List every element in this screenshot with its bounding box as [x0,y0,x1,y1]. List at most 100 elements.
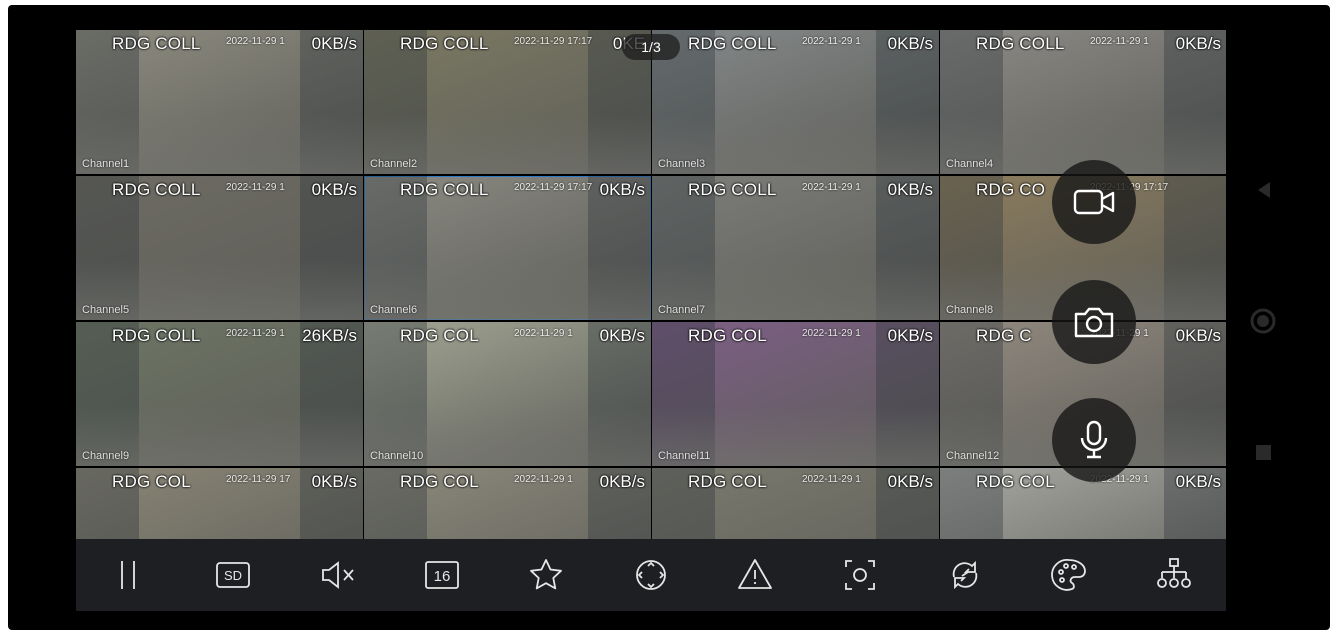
bitrate-label: 0KB/s [887,326,933,345]
bitrate-label: 0KB/s [887,180,933,199]
channel-label: Channel12 [946,450,1000,462]
camera-grid: RDG COLL 2022-11-29 1 0KB/s Channel1 RDG COL… [76,30,1226,539]
alarm-warning-button[interactable] [725,545,785,605]
camera-tile[interactable]: RDG COLL 2022-11-29 1 0KB/s Channel1 [76,30,363,174]
channel-label: Channel11 [658,450,711,462]
camera-name: RDG COL [688,472,767,491]
camera-name: RDG COL [976,472,1055,491]
camera-tile[interactable]: RDG COLL 2022-11-29 1 26KB/s Channel9 [76,322,363,466]
camera-name: RDG COL [112,472,191,491]
camera-tile[interactable]: RDG COL 2022-11-29 1 0KB/s [364,468,651,539]
speaker-muted-button[interactable] [307,545,367,605]
camera-name: RDG COLL [112,34,201,53]
channel-label: Channel10 [370,450,424,462]
bitrate-label: 0KB/s [1175,472,1221,491]
bitrate-label: 0KB/s [599,180,645,199]
sync-rotate-icon [952,560,977,590]
channel-label: Channel4 [946,158,994,170]
svg-text:16: 16 [434,568,451,585]
favorite-star-button[interactable] [516,545,576,605]
camera-name: RDG CO [976,180,1046,199]
channel-label: Channel1 [82,158,130,170]
bitrate-label: 26KB/s [302,326,357,345]
camera-timestamp: 2022-11-29 17:17 [514,36,593,47]
sd-quality-icon: SD [215,562,250,588]
bitrate-label: 0KB/s [599,472,645,491]
camera-tile[interactable]: RDG COL 2022-11-29 1 0KB/s [652,468,939,539]
channel-label: Channel3 [658,158,706,170]
bitrate-label: 0KB/s [311,180,357,199]
camera-tile[interactable]: RDG COLL2022-11-29 17:170KEChannel2 [364,30,651,174]
page-indicator: 1/3 [622,34,680,60]
channel-label: Channel2 [370,158,418,170]
camera-tile[interactable]: RDG COL 2022-11-29 1 0KB/s Channel11 [652,322,939,466]
camera-tile[interactable]: RDG COL 2022-11-29 17 0KB/s [76,468,363,539]
camera-tile[interactable]: RDG COLL 2022-11-29 1 0KB/s Channel4 [940,30,1226,174]
fullscreen-capture-icon [845,560,875,590]
camera-name: RDG C [976,326,1032,345]
camera-timestamp: 2022-11-29 17 [226,474,291,485]
svg-text:SD: SD [224,568,242,583]
channel-label: Channel5 [82,304,130,316]
bitrate-label: 0KB/s [311,472,357,491]
sync-rotate-button[interactable] [935,545,995,605]
pause-button[interactable] [98,545,158,605]
camera-timestamp: 2022-11-29 1 [514,328,573,339]
alarm-warning-icon [738,559,773,589]
camera-tile[interactable]: RDG COLL 2022-11-29 1 0KB/s Channel3 [652,30,939,174]
split-16-icon: 16 [424,561,459,589]
recents-square-icon[interactable] [1254,443,1274,463]
camera-name: RDG COLL [400,34,489,53]
phone-screen: RDG COLL 2022-11-29 1 0KB/s Channel1 RDG COL… [8,5,1330,630]
camera-timestamp: 2022-11-29 1 [802,182,861,193]
camera-name: RDG COLL [112,180,201,199]
bottom-toolbar: SD 16 [76,539,1226,611]
pause-icon [121,561,136,589]
camera-tile[interactable]: RDG COLL 2022-11-29 17:17 0KB/s Channel6 [364,176,651,320]
device-tree-button[interactable] [1144,545,1204,605]
split-16-button[interactable]: 16 [412,545,472,605]
ptz-control-icon [636,560,666,590]
channel-label: Channel9 [82,450,130,462]
microphone-icon [1080,420,1108,459]
camera-timestamp: 2022-11-29 17:17 [514,182,593,193]
bitrate-label: 0KB/s [1175,34,1221,53]
bitrate-label: 0KB/s [887,472,933,491]
color-palette-icon [1051,559,1086,591]
channel-label: Channel7 [658,304,706,316]
camera-name: RDG COLL [400,180,489,199]
record-video-icon [1073,189,1115,215]
sd-quality-button[interactable]: SD [203,545,263,605]
camera-timestamp: 2022-11-29 1 [802,328,861,339]
bitrate-label: 0KB/s [1175,326,1221,345]
device-tree-icon [1156,558,1191,588]
camera-name: RDG COLL [976,34,1065,53]
camera-timestamp: 2022-11-29 1 [226,36,285,47]
camera-tile[interactable]: RDG COLL 2022-11-29 1 0KB/s Channel5 [76,176,363,320]
color-palette-button[interactable] [1039,545,1099,605]
channel-label: Channel8 [946,304,994,316]
home-circle-icon[interactable] [1248,306,1278,336]
camera-name: RDG COLL [112,326,201,345]
camera-name: RDG COL [400,472,479,491]
ptz-control-button[interactable] [621,545,681,605]
fullscreen-capture-button[interactable] [830,545,890,605]
snapshot-button[interactable] [1052,280,1136,364]
camera-name: RDG COL [688,326,767,345]
record-video-button[interactable] [1052,160,1136,244]
camera-name: RDG COLL [688,180,777,199]
channel-label: Channel6 [370,304,418,316]
camera-timestamp: 2022-11-29 1 [514,474,573,485]
camera-timestamp: 2022-11-29 1 [226,182,285,193]
speaker-muted-icon [322,561,354,589]
camera-name: RDG COL [400,326,479,345]
camera-name: RDG COLL [688,34,777,53]
camera-timestamp: 2022-11-29 1 [1090,36,1149,47]
camera-tile[interactable]: RDG COL 2022-11-29 1 0KB/s Channel10 [364,322,651,466]
camera-timestamp: 2022-11-29 1 [802,36,861,47]
camera-tile[interactable]: RDG COLL 2022-11-29 1 0KB/s Channel7 [652,176,939,320]
camera-timestamp: 2022-11-29 1 [802,474,861,485]
talk-button[interactable] [1052,398,1136,482]
back-triangle-icon[interactable] [1254,179,1274,201]
camera-timestamp: 2022-11-29 1 [226,328,285,339]
